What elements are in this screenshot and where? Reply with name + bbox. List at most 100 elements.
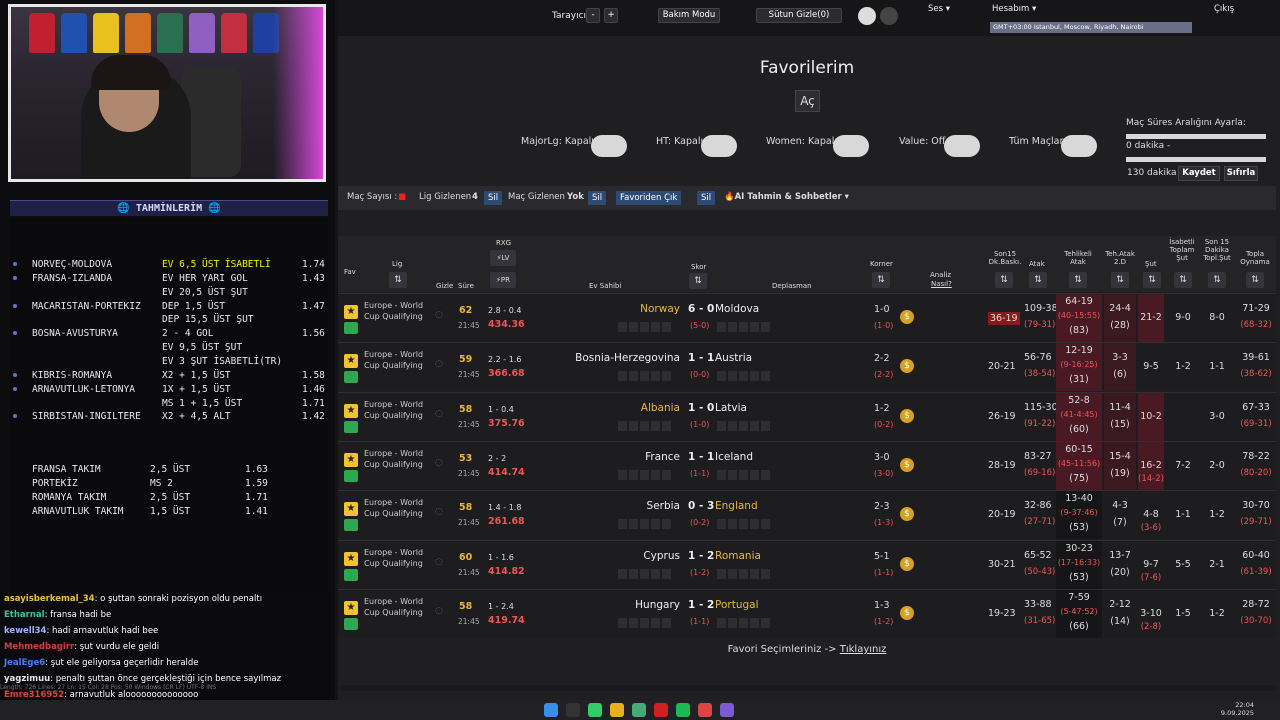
value-toggle[interactable] — [944, 135, 980, 157]
app-icon[interactable] — [720, 703, 734, 717]
sort-icon[interactable]: ⇅ — [1069, 272, 1087, 288]
folder-icon[interactable] — [610, 703, 624, 717]
home-team[interactable]: Hungary — [635, 599, 680, 611]
sort-icon[interactable]: ⇅ — [1246, 272, 1264, 288]
light-mode-icon[interactable] — [858, 7, 876, 25]
chat-username[interactable]: kewell34 — [4, 626, 46, 636]
home-team[interactable]: Cyprus — [643, 550, 680, 562]
save-button[interactable]: Kaydet — [1178, 166, 1220, 181]
away-team[interactable]: Moldova — [715, 303, 759, 315]
money-icon[interactable]: $ — [900, 556, 914, 571]
horizontal-scrollbar[interactable] — [340, 685, 1276, 691]
chat-username[interactable]: yagzimuu — [4, 674, 50, 684]
zoom-out-button[interactable]: - — [586, 8, 600, 23]
slider-track-2[interactable] — [1126, 157, 1266, 162]
star-icon[interactable]: ★ — [344, 600, 358, 615]
home-team[interactable]: Bosnia-Herzegovina — [575, 352, 680, 364]
hide-icon[interactable]: ◌ — [435, 409, 443, 419]
star-icon[interactable]: ★ — [344, 305, 358, 319]
zoom-in-button[interactable]: + — [604, 8, 618, 23]
nasil-link[interactable]: Nasıl? — [931, 280, 952, 288]
majorlg-toggle[interactable] — [591, 135, 627, 157]
sort-icon[interactable]: ⇅ — [1111, 272, 1129, 288]
live-icon[interactable] — [344, 420, 358, 433]
sort-icon[interactable]: ⇅ — [1208, 272, 1226, 288]
home-team[interactable]: Serbia — [647, 500, 680, 512]
star-icon[interactable]: ★ — [344, 354, 358, 369]
maintenance-button[interactable]: Bakım Modu — [658, 8, 720, 23]
app-icon[interactable] — [632, 703, 646, 717]
away-team[interactable]: Austria — [715, 352, 752, 364]
match-row[interactable]: ★ Europe - World Cup Qualifying ◌ 58 21:45 1 … — [338, 588, 1276, 638]
women-toggle[interactable] — [833, 135, 869, 157]
ht-toggle[interactable] — [701, 135, 737, 157]
duration-slider[interactable]: Maç Süres Aralığını Ayarla: 0 dakika - — [1126, 118, 1266, 162]
sort-icon[interactable]: ⇅ — [1174, 272, 1192, 288]
app-icon[interactable] — [588, 703, 602, 717]
away-team[interactable]: Romania — [715, 550, 761, 562]
match-row[interactable]: ★ Europe - World Cup Qualifying ◌ 62 21:45 2.… — [338, 293, 1276, 342]
remove-favorite-button[interactable]: Favoriden Çık — [616, 191, 682, 205]
hide-column-button[interactable]: Sütun Gizle(0) — [756, 8, 842, 23]
slider-track[interactable] — [1126, 134, 1266, 139]
match-row[interactable]: ★ Europe - World Cup Qualifying ◌ 53 21:45 2 … — [338, 440, 1276, 490]
sound-menu[interactable]: Ses ▾ — [928, 4, 950, 14]
money-icon[interactable]: $ — [900, 310, 914, 324]
home-team[interactable]: Norway — [640, 303, 680, 315]
live-icon[interactable] — [344, 469, 358, 482]
chat-username[interactable]: JealEge6 — [4, 658, 45, 668]
ai-menu[interactable]: 🔥AI Tahmin & Sohbetler ▾ — [724, 192, 849, 202]
sort-icon[interactable]: ⇅ — [872, 272, 890, 288]
star-icon[interactable]: ★ — [344, 502, 358, 517]
star-icon[interactable]: ★ — [344, 551, 358, 566]
money-icon[interactable]: $ — [900, 507, 914, 522]
opera-icon[interactable] — [654, 703, 668, 717]
live-icon[interactable] — [344, 617, 358, 630]
live-icon[interactable] — [344, 371, 358, 384]
match-row[interactable]: ★ Europe - World Cup Qualifying ◌ 58 21:45 1 … — [338, 391, 1276, 441]
live-icon[interactable] — [344, 322, 358, 334]
away-team[interactable]: Portugal — [715, 599, 759, 611]
hide-icon[interactable]: ◌ — [435, 359, 443, 369]
chat-username[interactable]: Etharnal — [4, 610, 45, 620]
sort-icon[interactable]: ⇅ — [389, 272, 407, 288]
money-icon[interactable]: $ — [900, 457, 914, 472]
search-icon[interactable] — [566, 703, 580, 717]
hide-icon[interactable]: ◌ — [435, 458, 443, 468]
clear-button[interactable]: Sil — [697, 191, 716, 205]
clear-match-button[interactable]: Sil — [588, 191, 607, 205]
reset-button[interactable]: Sıfırla — [1224, 166, 1258, 181]
away-team[interactable]: England — [715, 500, 758, 512]
clear-league-button[interactable]: Sil — [484, 191, 503, 205]
windows-start-icon[interactable] — [544, 703, 558, 717]
chat-username[interactable]: asayisberkemal_34 — [4, 594, 95, 604]
hide-icon[interactable]: ◌ — [435, 507, 443, 517]
money-icon[interactable]: $ — [900, 605, 914, 620]
money-icon[interactable]: $ — [900, 359, 914, 374]
timezone-select[interactable]: GMT+03:00 Istanbul, Moscow, Riyadh, Nair… — [990, 22, 1192, 33]
hide-icon[interactable]: ◌ — [435, 310, 443, 320]
dark-mode-icon[interactable] — [880, 7, 898, 25]
sort-icon[interactable]: ⇅ — [995, 272, 1013, 288]
live-icon[interactable] — [344, 568, 358, 581]
open-button[interactable]: Aç — [795, 90, 820, 112]
hide-icon[interactable]: ◌ — [435, 606, 443, 616]
match-row[interactable]: ★ Europe - World Cup Qualifying ◌ 58 21:45 1.… — [338, 490, 1276, 540]
sort-icon[interactable]: ⇅ — [1029, 272, 1047, 288]
sort-lv[interactable]: ⚡LV — [490, 250, 516, 266]
away-team[interactable]: Latvia — [715, 402, 747, 414]
logout-link[interactable]: Çıkış — [1214, 4, 1234, 14]
chat-username[interactable]: Mehmedbagirr — [4, 642, 74, 652]
sort-pr[interactable]: ⚡PR — [490, 272, 516, 288]
match-row[interactable]: ★ Europe - World Cup Qualifying ◌ 60 21:45 1 … — [338, 539, 1276, 589]
away-team[interactable]: Iceland — [715, 451, 753, 463]
money-icon[interactable]: $ — [900, 408, 914, 423]
star-icon[interactable]: ★ — [344, 403, 358, 418]
star-icon[interactable]: ★ — [344, 452, 358, 467]
all-matches-toggle[interactable] — [1061, 135, 1097, 157]
home-team[interactable]: France — [645, 451, 680, 463]
sort-icon[interactable]: ⇅ — [689, 273, 707, 289]
spotify-icon[interactable] — [676, 703, 690, 717]
match-row[interactable]: ★ Europe - World Cup Qualifying ◌ 59 21:45 2.… — [338, 342, 1276, 392]
hide-icon[interactable]: ◌ — [435, 557, 443, 567]
